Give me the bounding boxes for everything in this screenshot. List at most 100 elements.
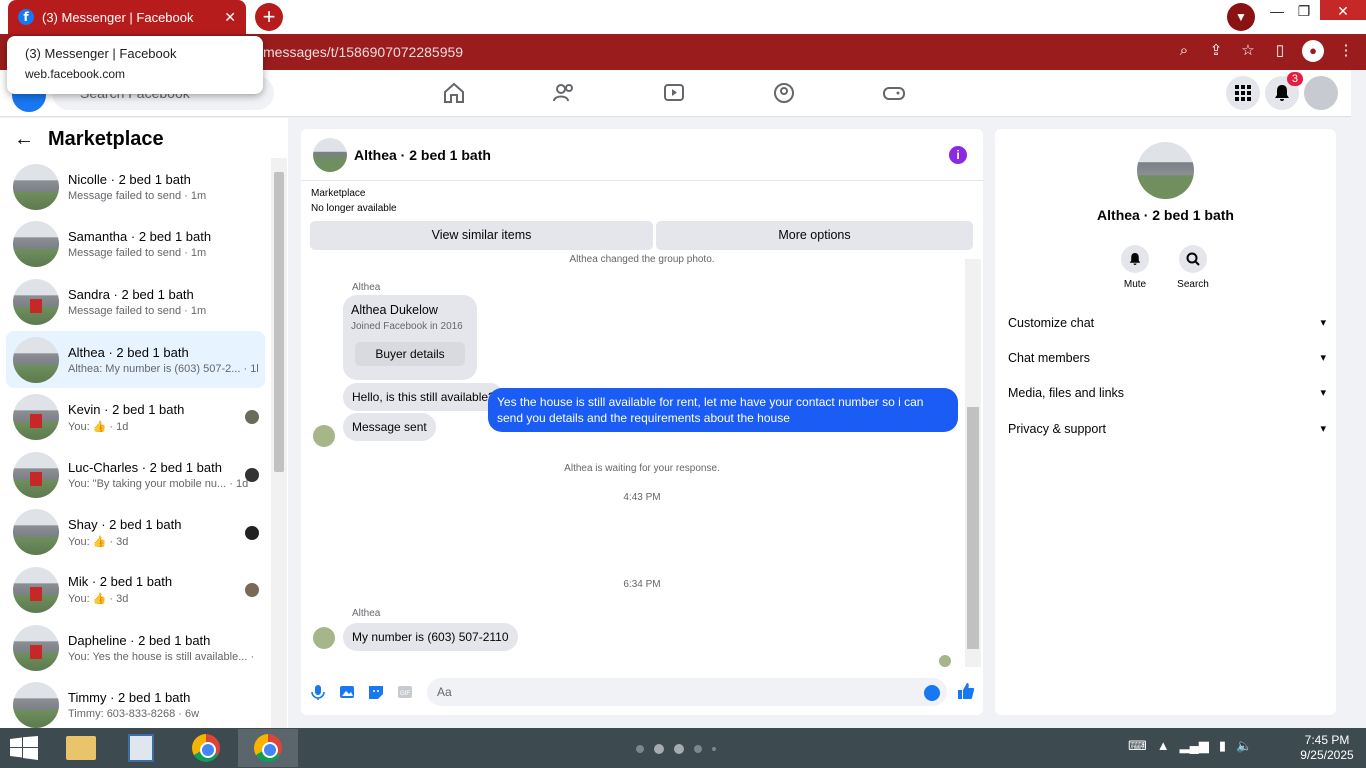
microphone-icon[interactable] xyxy=(309,683,327,701)
side-panel-icon[interactable]: ▯ xyxy=(1270,40,1290,62)
conversation-name: Kevin · 2 bed 1 bath xyxy=(68,401,185,417)
battery-icon[interactable]: ▮ xyxy=(1219,738,1226,754)
info-avatar xyxy=(1137,142,1194,199)
conversation-item[interactable]: Mik · 2 bed 1 bath You: 👍 · 3d xyxy=(6,561,265,619)
message-input[interactable]: Aa xyxy=(427,678,947,706)
watch-icon[interactable] xyxy=(661,80,687,106)
conversation-preview: Message failed to send · 1m xyxy=(68,247,207,260)
sidebar-title: Marketplace xyxy=(48,128,164,150)
windows-start-icon[interactable] xyxy=(10,736,38,760)
tray-up-arrow-icon[interactable]: ▲ xyxy=(1157,738,1170,754)
message-composer: GIF Aa xyxy=(301,673,983,715)
gif-icon[interactable]: GIF xyxy=(396,683,414,701)
chrome-icon xyxy=(254,734,282,762)
chevron-down-icon: ▾ xyxy=(1320,423,1326,435)
search-action[interactable]: Search xyxy=(1164,245,1222,290)
conversation-item[interactable]: Timmy · 2 bed 1 bath Timmy: 603-833-8268… xyxy=(6,676,265,734)
conversation-preview: You: Yes the house is still available...… xyxy=(68,650,258,663)
taskbar-clock[interactable]: 7:45 PM 9/25/2025 xyxy=(1295,733,1359,763)
conversation-info-icon[interactable]: i xyxy=(949,146,967,164)
conversation-name: Shay · 2 bed 1 bath xyxy=(68,516,182,532)
message-timestamp: 4:43 PM xyxy=(623,492,661,503)
clock-time: 7:45 PM xyxy=(1304,733,1350,747)
url-text[interactable]: messages/t/1586907072285959 xyxy=(263,44,463,60)
message-thread: Althea changed the group photo. Althea A… xyxy=(301,254,983,669)
page-scrollbar[interactable] xyxy=(1351,70,1366,728)
tab-close-icon[interactable]: ✕ xyxy=(224,9,236,26)
photo-icon[interactable] xyxy=(338,683,356,701)
conversation-item[interactable]: Shay · 2 bed 1 bath You: 👍 · 3d xyxy=(6,504,265,562)
tab-search-chevron-icon[interactable]: ▼ xyxy=(1227,3,1255,31)
restore-button[interactable]: ❐ xyxy=(1285,0,1323,22)
section-customize-chat[interactable]: Customize chat ▾ xyxy=(1008,316,1326,330)
listing-thumbnail xyxy=(13,336,59,383)
conversation-preview: Message failed to send · 1m xyxy=(68,189,207,202)
notifications-bell-icon[interactable]: 3 xyxy=(1265,72,1303,110)
bookmark-star-icon[interactable]: ☆ xyxy=(1238,40,1258,62)
conversation-item[interactable]: Dapheline · 2 bed 1 bath You: Yes the ho… xyxy=(6,619,265,677)
conversation-item[interactable]: Kevin · 2 bed 1 bath You: 👍 · 1d xyxy=(6,388,265,446)
chat-title[interactable]: Althea · 2 bed 1 bath xyxy=(354,147,491,163)
close-window-button[interactable]: ✕ xyxy=(1320,0,1366,20)
message-timestamp: 6:34 PM xyxy=(623,579,661,590)
document-app-taskbar-button[interactable] xyxy=(111,729,171,767)
my-message-bubble: Yes the house is still available for ren… xyxy=(488,388,958,432)
volume-icon[interactable]: 🔈 xyxy=(1236,738,1252,754)
chat-avatar[interactable] xyxy=(313,137,347,172)
conversation-item-active[interactable]: Althea · 2 bed 1 bath Althea: My number … xyxy=(6,330,265,389)
file-explorer-taskbar-button[interactable] xyxy=(51,729,111,767)
zoom-icon[interactable]: ⌕ xyxy=(1174,40,1194,62)
menu-grid-icon[interactable] xyxy=(1226,76,1260,110)
chevron-down-icon: ▾ xyxy=(1320,352,1326,364)
listing-status: No longer available xyxy=(311,203,397,214)
browser-profile-icon[interactable]: ● xyxy=(1302,40,1324,62)
emoji-icon[interactable] xyxy=(924,685,940,701)
network-icon[interactable]: ▂▄▆ xyxy=(1180,738,1209,754)
friends-icon[interactable] xyxy=(551,80,577,106)
browser-menu-icon[interactable]: ⋮ xyxy=(1336,40,1356,62)
message-bubble: Message sent xyxy=(343,413,436,441)
hover-card-title: (3) Messenger | Facebook xyxy=(25,46,177,61)
buyer-details-button[interactable]: Buyer details xyxy=(355,342,465,366)
account-avatar[interactable] xyxy=(1304,76,1338,110)
section-privacy-support[interactable]: Privacy & support ▾ xyxy=(1008,422,1326,436)
back-arrow-icon[interactable]: ← xyxy=(14,128,34,151)
groups-icon[interactable] xyxy=(771,80,797,106)
sidebar-scrollbar[interactable] xyxy=(271,158,287,728)
bell-icon[interactable] xyxy=(1121,245,1149,273)
conversation-item[interactable]: Luc-Charles · 2 bed 1 bath You: "By taki… xyxy=(6,446,265,504)
home-icon[interactable] xyxy=(441,80,467,106)
chevron-down-icon: ▾ xyxy=(1320,387,1326,399)
new-tab-button[interactable]: + xyxy=(255,3,283,31)
share-icon[interactable]: ⇪ xyxy=(1206,40,1226,62)
like-thumbs-up-icon[interactable] xyxy=(956,681,976,701)
conversation-item[interactable]: Nicolle · 2 bed 1 bath Message failed to… xyxy=(6,158,265,216)
conversation-list: Nicolle · 2 bed 1 bath Message failed to… xyxy=(6,158,265,734)
read-receipt-avatar xyxy=(245,525,259,540)
conversation-preview: Timmy: 603-833-8268 · 6w xyxy=(68,708,200,721)
conversation-name: Althea · 2 bed 1 bath xyxy=(68,344,189,360)
sticker-icon[interactable] xyxy=(367,683,385,701)
search-icon[interactable] xyxy=(1179,245,1207,273)
mute-action[interactable]: Mute xyxy=(1106,245,1164,290)
keyboard-icon[interactable]: ⌨ xyxy=(1128,738,1147,754)
chat-scrollbar[interactable] xyxy=(965,259,981,667)
section-chat-members[interactable]: Chat members ▾ xyxy=(1008,351,1326,365)
system-message-waiting: Althea is waiting for your response. xyxy=(564,463,720,474)
virtual-desktop-dots[interactable] xyxy=(636,744,716,754)
chevron-down-icon: ▾ xyxy=(1320,317,1326,329)
conversation-name: Samantha · 2 bed 1 bath xyxy=(68,229,212,245)
view-similar-items-button[interactable]: View similar items xyxy=(310,221,653,250)
listing-thumbnail xyxy=(13,624,59,671)
browser-tab-messenger[interactable]: f (3) Messenger | Facebook ✕ xyxy=(8,0,246,34)
system-message-photo: Althea changed the group photo. xyxy=(569,254,715,265)
chrome-taskbar-button[interactable] xyxy=(176,729,236,767)
tab-title: (3) Messenger | Facebook xyxy=(42,9,194,25)
conversation-item[interactable]: Samantha · 2 bed 1 bath Message failed t… xyxy=(6,216,265,274)
conversation-item[interactable]: Sandra · 2 bed 1 bath Message failed to … xyxy=(6,273,265,331)
gaming-icon[interactable] xyxy=(881,80,907,106)
listing-thumbnail xyxy=(13,394,59,441)
more-options-button[interactable]: More options xyxy=(656,221,973,250)
section-media-files-links[interactable]: Media, files and links ▾ xyxy=(1008,386,1326,400)
chrome-active-taskbar-button[interactable] xyxy=(238,729,298,767)
